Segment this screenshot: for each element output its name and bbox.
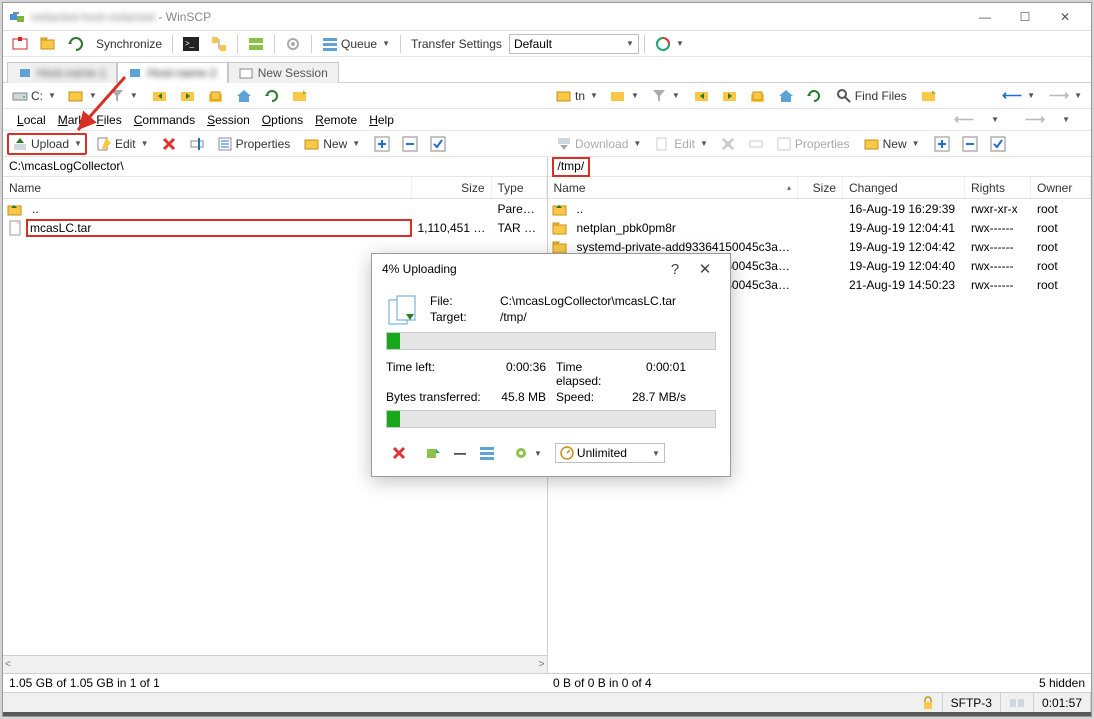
minimize-button[interactable]: — <box>965 4 1005 30</box>
elapsed: 0:01:57 <box>1034 693 1091 712</box>
col-owner-r[interactable]: Owner <box>1031 177 1091 198</box>
left-path: C:\mcasLogCollector\ <box>3 157 547 177</box>
menubar: Local Mark Files Commands Session Option… <box>3 109 1091 131</box>
col-size-l[interactable]: Size <box>412 177 492 198</box>
left-refresh-icon[interactable] <box>259 85 285 107</box>
transfer-settings-button[interactable]: ▼ <box>508 442 547 464</box>
left-drive-select[interactable]: C:▼ <box>7 85 61 107</box>
titlebar: redacted-host-redacted - WinSCP — ☐ ✕ <box>3 3 1091 31</box>
left-scrollbar[interactable]: <> <box>3 655 547 673</box>
session-tab-1[interactable]: Host-name-1 <box>7 62 117 83</box>
app-icon <box>9 9 25 25</box>
right-bookmark-icon[interactable] <box>916 85 942 107</box>
check-icon[interactable] <box>425 133 451 155</box>
upload-dialog: 4% Uploading ? ✕ File:C:\mcasLogCollecto… <box>371 253 731 477</box>
dialog-close-button[interactable]: ✕ <box>690 260 720 278</box>
edit-button[interactable]: Edit▼ <box>91 133 154 155</box>
col-name-l[interactable]: Name <box>3 177 412 198</box>
close-button[interactable]: ✕ <box>1045 4 1085 30</box>
statusbar: SFTP-3 0:01:57 <box>3 692 1091 712</box>
left-filter-icon[interactable]: ▼ <box>104 85 143 107</box>
new-session-icon[interactable] <box>7 33 33 55</box>
menu-files[interactable]: Files <box>90 111 127 129</box>
properties-button[interactable]: Properties <box>212 133 296 155</box>
nav-back-arrow[interactable]: ⟵▼ <box>997 84 1040 107</box>
left-home-icon[interactable] <box>231 85 257 107</box>
speed-limit-select[interactable]: Unlimited ▼ <box>555 443 665 463</box>
synchronize-button[interactable]: Synchronize <box>91 34 167 54</box>
protocol: SFTP-3 <box>943 693 1001 712</box>
col-type-l[interactable]: Type <box>492 177 547 198</box>
left-bookmark-icon[interactable] <box>287 85 313 107</box>
sync-folder-icon[interactable] <box>35 33 61 55</box>
col-rights-r[interactable]: Rights <box>965 177 1031 198</box>
rename-icon[interactable] <box>184 133 210 155</box>
status-hidden: 5 hidden <box>1039 676 1085 690</box>
new-button-left[interactable]: New▼ <box>299 133 365 155</box>
sync2-icon[interactable] <box>63 33 89 55</box>
right-header: Name▴ Size Changed Rights Owner <box>548 177 1092 199</box>
delete-icon[interactable] <box>156 133 182 155</box>
left-open-icon[interactable]: ▼ <box>63 85 102 107</box>
transfer-settings-label: Transfer Settings <box>406 34 507 54</box>
list-item[interactable]: mcasLC.tar1,110,451 KBTAR File <box>3 218 547 237</box>
dialog-title: 4% Uploading <box>382 262 457 276</box>
cancel-transfer-button[interactable] <box>386 442 412 464</box>
list-item[interactable]: ..16-Aug-19 16:29:39rwxr-xr-xroot <box>548 199 1092 218</box>
new-button-right[interactable]: New▼ <box>859 133 925 155</box>
nav-fwd-arrow[interactable]: ⟶▼ <box>1044 84 1087 107</box>
explorer-icon[interactable] <box>243 33 269 55</box>
disconnect-icon[interactable]: ▼ <box>650 33 689 55</box>
plus-icon[interactable] <box>369 133 395 155</box>
find-files-button[interactable]: Find Files <box>831 85 912 107</box>
menu-options[interactable]: Options <box>256 111 309 129</box>
terminal-icon[interactable]: >_ <box>178 33 204 55</box>
list-item[interactable]: ..Parent d <box>3 199 547 218</box>
session-tab-active[interactable]: Host-name-2 <box>117 62 227 83</box>
nav-back2[interactable]: ⟵▼ <box>941 106 1012 133</box>
minus-icon[interactable] <box>397 133 423 155</box>
col-name-r[interactable]: Name▴ <box>548 177 799 198</box>
help-button[interactable]: ? <box>660 261 690 278</box>
left-up-icon[interactable] <box>203 85 229 107</box>
progress-bar-file <box>386 332 716 350</box>
status-right: 0 B of 0 B in 0 of 4 <box>553 676 652 690</box>
toolbar-main: Synchronize >_ Queue▼ Transfer Settings … <box>3 31 1091 57</box>
menu-local[interactable]: Local <box>11 111 52 129</box>
col-size-r[interactable]: Size <box>798 177 843 198</box>
queue-button[interactable]: Queue▼ <box>317 33 395 55</box>
menu-session[interactable]: Session <box>201 111 256 129</box>
connection-icon <box>1001 693 1034 712</box>
status-left: 1.05 GB of 1.05 GB in 1 of 1 <box>3 674 547 692</box>
transfer-icon <box>386 294 422 330</box>
download-button[interactable]: Download▼ <box>551 133 646 155</box>
upload-button[interactable]: Upload▼ <box>7 133 87 155</box>
encryption-icon <box>914 693 943 712</box>
nav-fwd2[interactable]: ⟶▼ <box>1012 106 1083 133</box>
new-session-tab[interactable]: New Session <box>228 62 339 83</box>
mirror-icon[interactable] <box>206 33 232 55</box>
gear-icon[interactable] <box>280 33 306 55</box>
ops-row: Upload▼ Edit▼ Properties New▼ Download▼ … <box>3 131 1091 157</box>
progress-bar-total <box>386 410 716 428</box>
menu-commands[interactable]: Commands <box>128 111 201 129</box>
menu-mark[interactable]: Mark <box>52 111 91 129</box>
transfer-settings-select[interactable]: Default▼ <box>509 34 639 54</box>
left-back-icon[interactable] <box>147 85 173 107</box>
left-fwd-icon[interactable] <box>175 85 201 107</box>
svg-text:>_: >_ <box>185 39 195 48</box>
session-tabs: Host-name-1 Host-name-2 New Session <box>3 57 1091 83</box>
menu-help[interactable]: Help <box>363 111 400 129</box>
right-drive-select[interactable]: tn▼ <box>551 85 603 107</box>
maximize-button[interactable]: ☐ <box>1005 4 1045 30</box>
menu-remote[interactable]: Remote <box>309 111 363 129</box>
list-item[interactable]: netplan_pbk0pm8r19-Aug-19 12:04:41rwx---… <box>548 218 1092 237</box>
background-button[interactable] <box>420 442 446 464</box>
queue-list-button[interactable] <box>474 442 500 464</box>
col-changed-r[interactable]: Changed <box>843 177 965 198</box>
left-header: Name Size Type <box>3 177 547 199</box>
nav-row: C:▼ ▼ ▼ tn▼ ▼ ▼ Find Files <box>3 83 1091 109</box>
window-title: redacted-host-redacted - WinSCP <box>31 10 965 24</box>
right-path: /tmp/ <box>552 157 591 177</box>
